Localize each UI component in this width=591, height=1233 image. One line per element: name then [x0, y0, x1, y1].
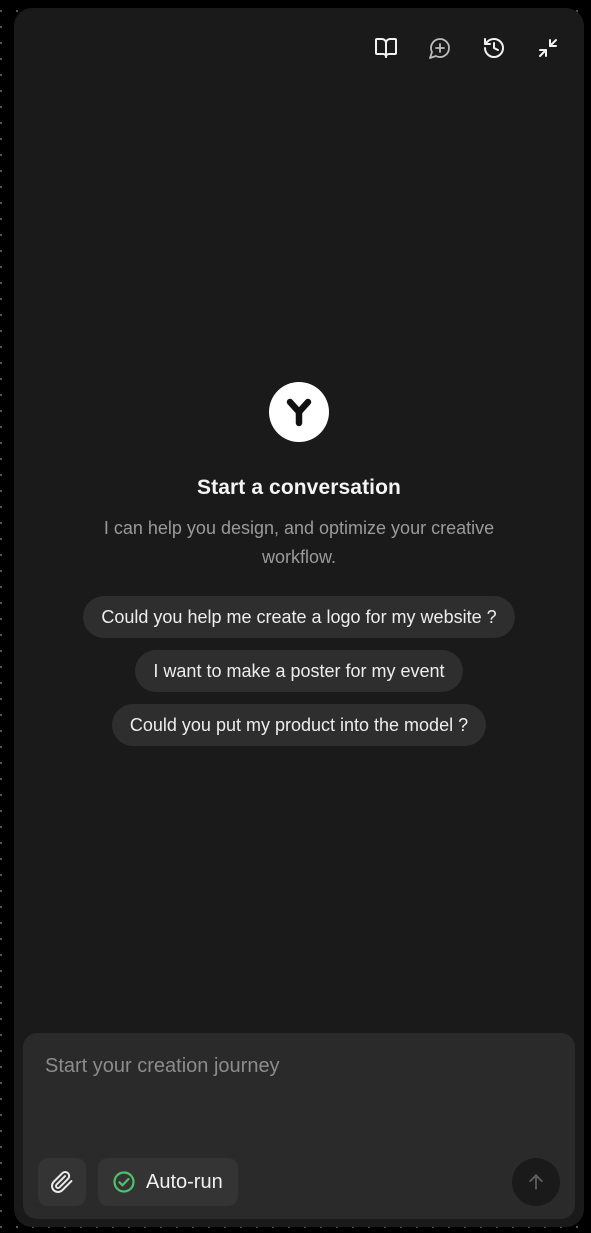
- suggestion-list: Could you help me create a logo for my w…: [83, 596, 515, 746]
- book-icon: [375, 38, 397, 58]
- welcome-subtitle: I can help you design, and optimize your…: [103, 518, 495, 567]
- logo-y-icon: [286, 398, 312, 427]
- prompt-input[interactable]: [45, 1055, 465, 1078]
- send-button[interactable]: [512, 1158, 560, 1206]
- arrow-up-icon: [529, 1174, 543, 1190]
- collapse-button[interactable]: [530, 34, 566, 62]
- suggestion-chip[interactable]: Could you help me create a logo for my w…: [83, 596, 515, 638]
- autorun-label: Auto-run: [146, 1170, 223, 1193]
- attach-button[interactable]: [38, 1158, 86, 1206]
- autorun-toggle[interactable]: Auto-run: [98, 1158, 238, 1206]
- add-chat-icon: [429, 38, 450, 59]
- suggestion-chip[interactable]: Could you put my product into the model …: [111, 704, 487, 746]
- suggestion-chip[interactable]: I want to make a poster for my event: [135, 650, 463, 692]
- check-circle-icon: [113, 1171, 135, 1193]
- history-button[interactable]: [476, 34, 512, 62]
- panel-toolbar: [368, 34, 566, 62]
- docs-button[interactable]: [368, 34, 404, 62]
- new-chat-button[interactable]: [422, 34, 458, 62]
- paperclip-icon: [51, 1171, 73, 1193]
- assistant-panel: Start a conversation I can help you desi…: [14, 8, 584, 1227]
- history-icon: [484, 38, 504, 58]
- app-logo: [269, 382, 329, 442]
- composer: Auto-run: [23, 1033, 575, 1219]
- welcome-title: Start a conversation: [197, 476, 401, 499]
- welcome-section: Start a conversation I can help you desi…: [14, 382, 584, 746]
- collapse-icon: [539, 39, 557, 57]
